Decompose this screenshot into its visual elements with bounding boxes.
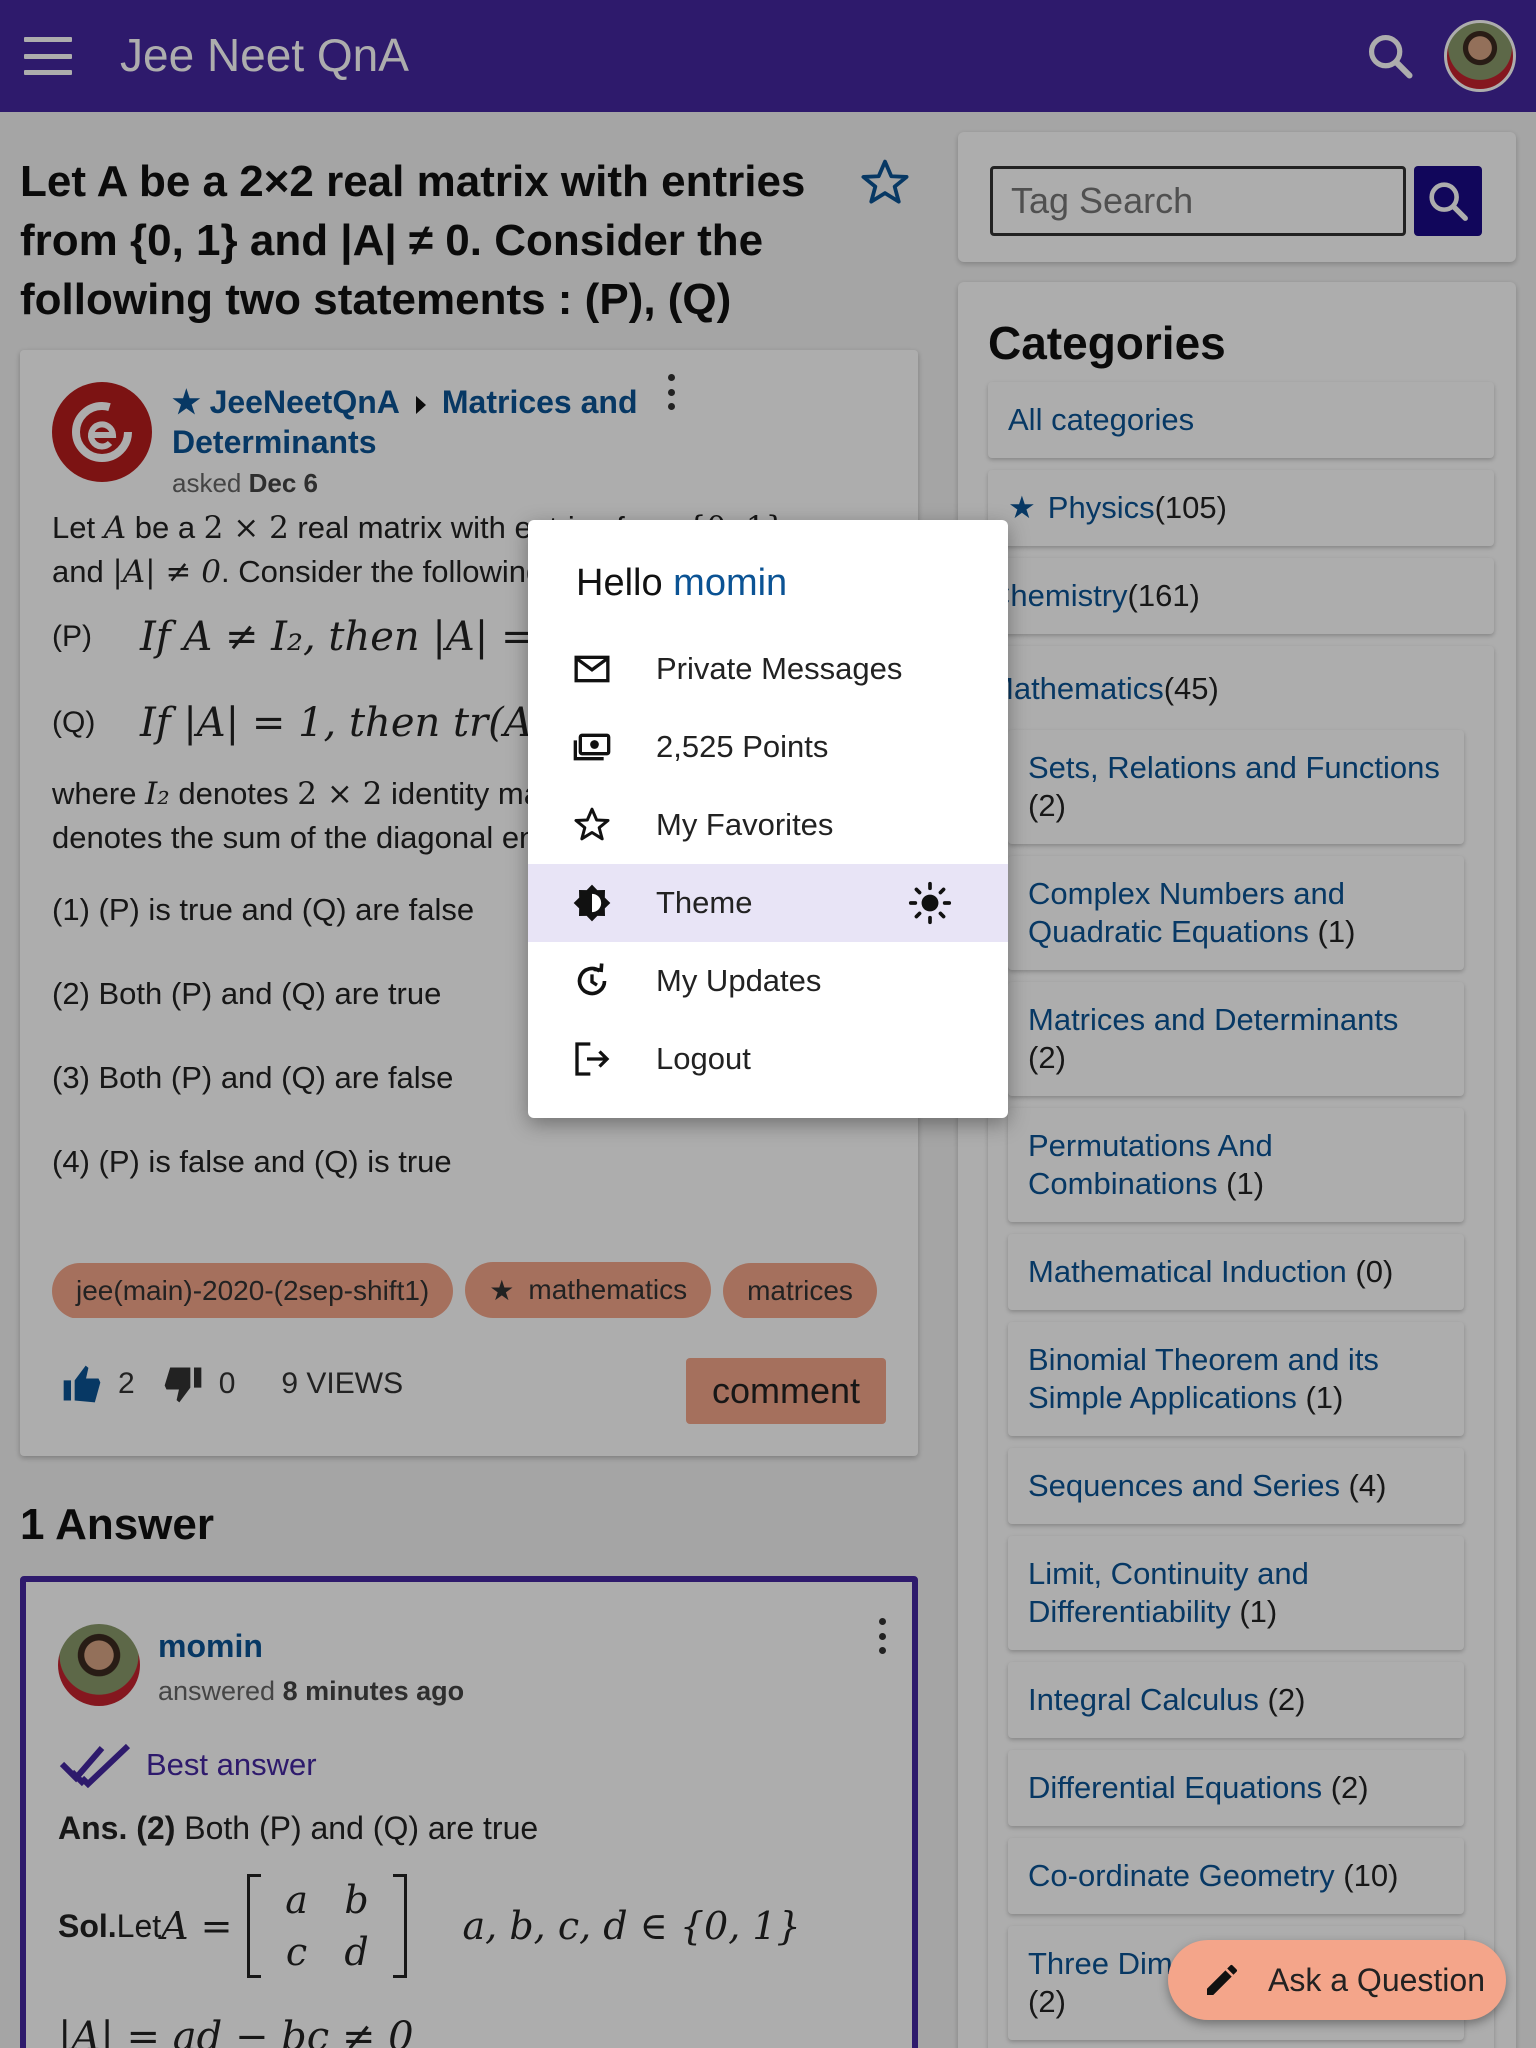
menu-item-theme[interactable]: Theme <box>528 864 1008 942</box>
menu-greeting: Hello momin <box>576 562 788 604</box>
menu-item-updates[interactable]: My Updates <box>528 942 1008 1020</box>
logout-icon <box>575 1042 610 1076</box>
mail-icon <box>574 655 610 683</box>
menu-item-favorites[interactable]: My Favorites <box>528 786 1008 864</box>
theme-icon <box>573 884 611 922</box>
menu-item-private-messages[interactable]: Private Messages <box>528 630 1008 708</box>
pencil-icon <box>1207 1964 1237 1995</box>
sun-icon[interactable] <box>908 881 952 925</box>
ask-question-button[interactable]: Ask a Question <box>1168 1940 1506 2020</box>
star-outline-icon <box>574 807 610 841</box>
points-icon <box>573 733 611 761</box>
menu-item-logout[interactable]: Logout <box>528 1020 1008 1098</box>
updates-icon <box>577 963 607 996</box>
menu-item-points[interactable]: 2,525 Points <box>528 708 1008 786</box>
user-menu: Hello momin Private Messages 2,525 Point… <box>528 520 1008 1118</box>
